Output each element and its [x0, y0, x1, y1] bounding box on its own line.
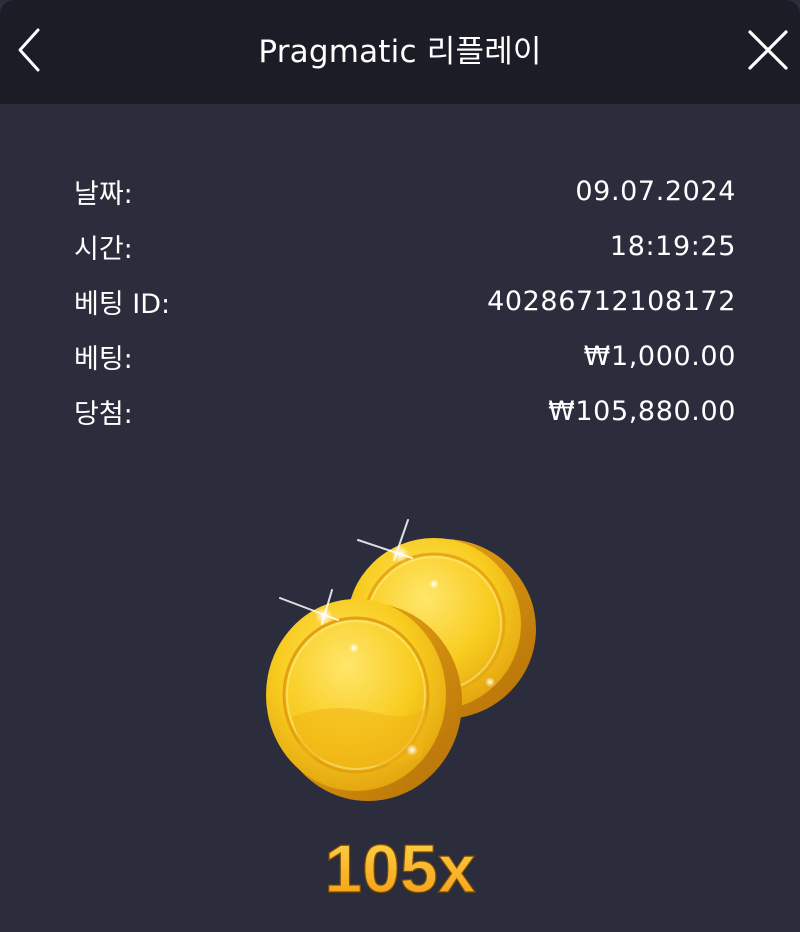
header-bar: Pragmatic 리플레이 [0, 0, 800, 104]
date-value: 09.07.2024 [575, 176, 736, 207]
bet-id-value: 40286712108172 [487, 286, 736, 317]
bet-value: ₩1,000.00 [583, 341, 736, 372]
multiplier-text: 105x [324, 831, 475, 907]
time-label: 시간: [74, 234, 133, 265]
win-value: ₩105,880.00 [548, 396, 736, 427]
close-button[interactable] [740, 22, 796, 78]
bet-label: 베팅: [74, 344, 133, 375]
bet-id-row: 베팅 ID: 40286712108172 [74, 274, 736, 329]
win-label: 당첨: [74, 399, 133, 430]
page-title: Pragmatic 리플레이 [258, 34, 542, 70]
bet-row: 베팅: ₩1,000.00 [74, 329, 736, 384]
close-icon [748, 30, 788, 70]
win-row: 당첨: ₩105,880.00 [74, 384, 736, 439]
time-value: 18:19:25 [609, 231, 736, 262]
date-label: 날짜: [74, 179, 133, 210]
time-row: 시간: 18:19:25 [74, 219, 736, 274]
back-button[interactable] [6, 22, 54, 78]
chevron-left-icon [18, 28, 40, 72]
bet-details: 날짜: 09.07.2024 시간: 18:19:25 베팅 ID: 40286… [74, 164, 736, 439]
gold-coins-icon [262, 512, 552, 812]
bet-id-label: 베팅 ID: [74, 289, 171, 320]
date-row: 날짜: 09.07.2024 [74, 164, 736, 219]
multiplier-display: 105x [250, 822, 550, 912]
